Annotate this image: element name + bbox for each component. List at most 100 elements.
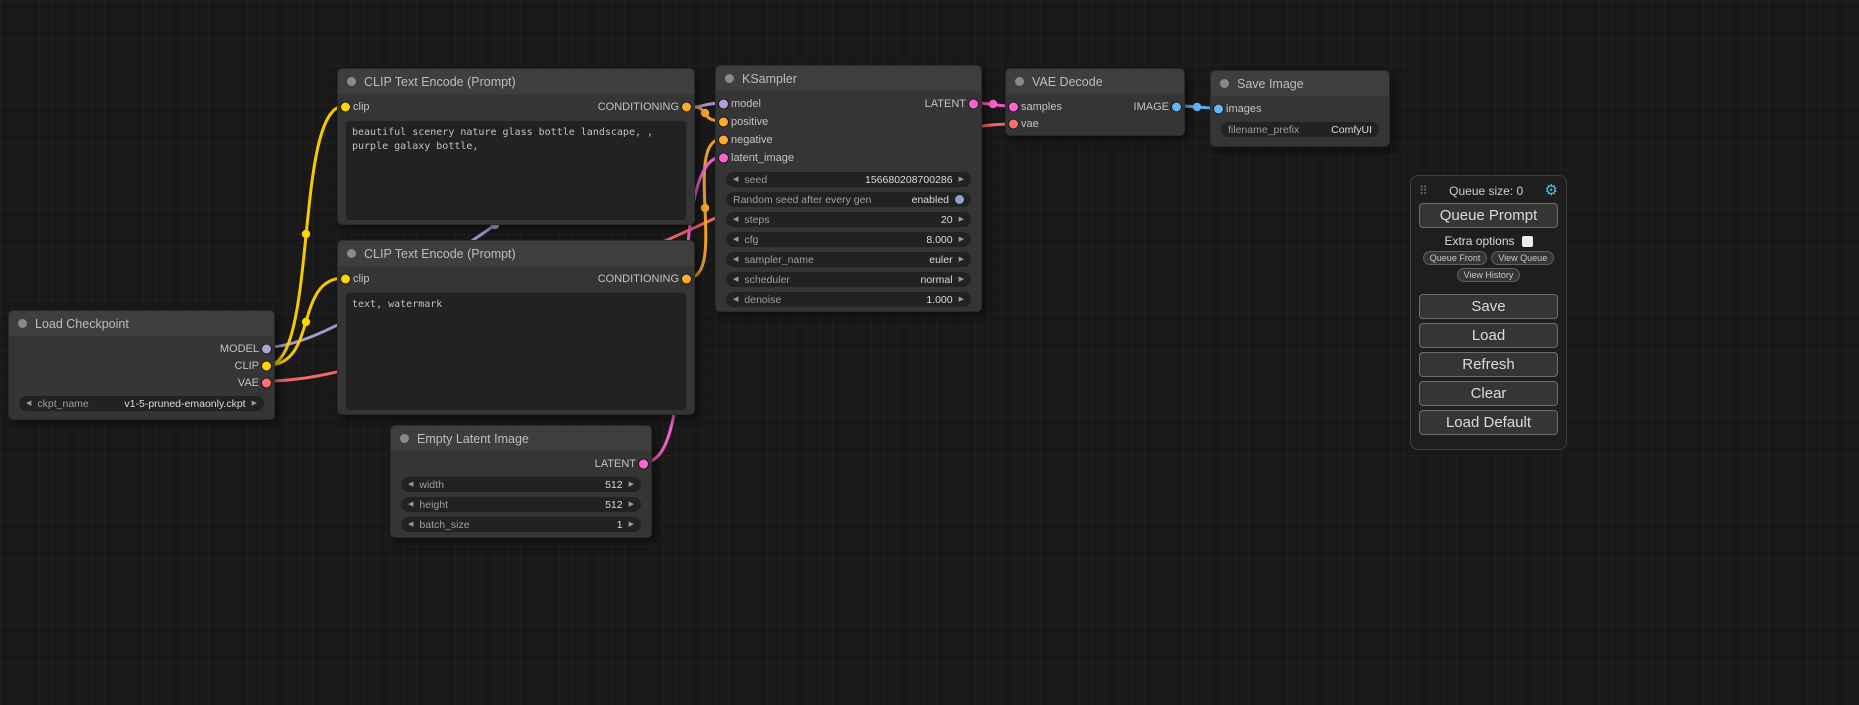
load-default-button[interactable]: Load Default <box>1419 410 1558 435</box>
comfyui-node-graph-canvas[interactable]: { "colors": { "model": "#B39DDB", "clip"… <box>0 0 1859 705</box>
negative-input-slot[interactable] <box>719 136 728 145</box>
latent-image-input-slot[interactable] <box>719 154 728 163</box>
scheduler-widget[interactable]: ◀ scheduler normal ▶ <box>726 272 971 287</box>
clear-button[interactable]: Clear <box>1419 381 1558 406</box>
refresh-button[interactable]: Refresh <box>1419 352 1558 377</box>
node-title: CLIP Text Encode (Prompt) <box>364 247 516 261</box>
node-load-checkpoint[interactable]: Load Checkpoint MODEL CLIP VAE ◀ ckpt_na… <box>8 310 275 420</box>
positive-prompt-textarea[interactable]: beautiful scenery nature glass bottle la… <box>346 121 686 220</box>
settings-gear-icon[interactable]: ⚙ <box>1545 183 1558 198</box>
samples-input-slot[interactable] <box>1009 102 1018 111</box>
arrow-left-icon[interactable]: ◀ <box>26 400 31 407</box>
collapse-dot[interactable] <box>1015 77 1024 86</box>
negative-prompt-textarea[interactable]: text, watermark <box>346 293 686 410</box>
collapse-dot[interactable] <box>400 434 409 443</box>
extra-options-checkbox[interactable] <box>1522 236 1533 247</box>
toggle-dot[interactable] <box>955 195 964 204</box>
arrow-right-icon[interactable]: ▶ <box>959 216 964 223</box>
drag-handle-icon[interactable]: ⠿ <box>1419 184 1428 198</box>
denoise-widget[interactable]: ◀ denoise 1.000 ▶ <box>726 292 971 307</box>
conditioning-output-slot[interactable] <box>682 103 691 112</box>
arrow-right-icon[interactable]: ▶ <box>629 481 634 488</box>
arrow-left-icon[interactable]: ◀ <box>733 276 738 283</box>
widget-label: width <box>419 479 444 491</box>
link-midpoint-dot <box>701 109 709 117</box>
positive-input-slot[interactable] <box>719 118 728 127</box>
node-save-image[interactable]: Save Image images filename_prefix ComfyU… <box>1210 70 1390 147</box>
view-queue-button[interactable]: View Queue <box>1491 251 1554 265</box>
widget-value: euler <box>820 254 953 266</box>
arrow-right-icon[interactable]: ▶ <box>629 521 634 528</box>
clip-output-slot[interactable] <box>262 361 271 370</box>
images-input-slot[interactable] <box>1214 104 1223 113</box>
arrow-right-icon[interactable]: ▶ <box>629 501 634 508</box>
collapse-dot[interactable] <box>18 319 27 328</box>
queue-front-button[interactable]: Queue Front <box>1423 251 1488 265</box>
widget-label: steps <box>744 214 769 226</box>
conditioning-output-label: CONDITIONING <box>598 101 679 113</box>
node-title-bar[interactable]: Save Image <box>1211 71 1389 96</box>
arrow-right-icon[interactable]: ▶ <box>959 176 964 183</box>
width-widget[interactable]: ◀ width 512 ▶ <box>401 477 641 492</box>
ckpt-name-widget[interactable]: ◀ ckpt_name v1-5-pruned-emaonly.ckpt ▶ <box>19 396 264 411</box>
link-midpoint-dot <box>1193 103 1201 111</box>
view-history-button[interactable]: View History <box>1457 268 1521 282</box>
collapse-dot[interactable] <box>347 249 356 258</box>
collapse-dot[interactable] <box>1220 79 1229 88</box>
queue-prompt-button[interactable]: Queue Prompt <box>1419 203 1558 228</box>
arrow-left-icon[interactable]: ◀ <box>408 481 413 488</box>
sampler-name-widget[interactable]: ◀ sampler_name euler ▶ <box>726 252 971 267</box>
link-midpoint-dot <box>701 204 709 212</box>
arrow-right-icon[interactable]: ▶ <box>959 236 964 243</box>
latent-output-slot[interactable] <box>639 459 648 468</box>
node-vae-decode[interactable]: VAE Decode samples IMAGE vae <box>1005 68 1185 136</box>
clip-input-slot[interactable] <box>341 275 350 284</box>
model-output-slot[interactable] <box>262 344 271 353</box>
widget-label: ckpt_name <box>37 398 88 410</box>
arrow-left-icon[interactable]: ◀ <box>408 501 413 508</box>
latent-output-slot[interactable] <box>969 100 978 109</box>
collapse-dot[interactable] <box>347 77 356 86</box>
batch-size-widget[interactable]: ◀ batch_size 1 ▶ <box>401 517 641 532</box>
arrow-left-icon[interactable]: ◀ <box>733 236 738 243</box>
collapse-dot[interactable] <box>725 74 734 83</box>
node-clip-text-encode-negative[interactable]: CLIP Text Encode (Prompt) clip CONDITION… <box>337 240 695 415</box>
height-widget[interactable]: ◀ height 512 ▶ <box>401 497 641 512</box>
arrow-right-icon[interactable]: ▶ <box>252 400 257 407</box>
vae-input-slot[interactable] <box>1009 119 1018 128</box>
steps-widget[interactable]: ◀ steps 20 ▶ <box>726 212 971 227</box>
arrow-right-icon[interactable]: ▶ <box>959 296 964 303</box>
arrow-left-icon[interactable]: ◀ <box>733 176 738 183</box>
arrow-left-icon[interactable]: ◀ <box>733 216 738 223</box>
arrow-left-icon[interactable]: ◀ <box>408 521 413 528</box>
node-title-bar[interactable]: Empty Latent Image <box>391 426 651 451</box>
clip-input-slot[interactable] <box>341 103 350 112</box>
save-button[interactable]: Save <box>1419 294 1558 319</box>
link-midpoint-dot <box>302 318 310 326</box>
widget-label: sampler_name <box>744 254 813 266</box>
widget-label: Random seed after every gen <box>733 194 871 206</box>
node-title-bar[interactable]: VAE Decode <box>1006 69 1184 94</box>
arrow-left-icon[interactable]: ◀ <box>733 296 738 303</box>
link-midpoint-dot <box>302 230 310 238</box>
vae-input-label: vae <box>1021 118 1039 130</box>
image-output-slot[interactable] <box>1172 102 1181 111</box>
load-button[interactable]: Load <box>1419 323 1558 348</box>
node-title-bar[interactable]: CLIP Text Encode (Prompt) <box>338 69 694 94</box>
conditioning-output-slot[interactable] <box>682 275 691 284</box>
cfg-widget[interactable]: ◀ cfg 8.000 ▶ <box>726 232 971 247</box>
arrow-left-icon[interactable]: ◀ <box>733 256 738 263</box>
filename-prefix-widget[interactable]: filename_prefix ComfyUI <box>1221 122 1379 137</box>
node-empty-latent-image[interactable]: Empty Latent Image LATENT ◀ width 512 ▶ … <box>390 425 652 538</box>
node-title-bar[interactable]: Load Checkpoint <box>9 311 274 336</box>
node-title-bar[interactable]: KSampler <box>716 66 981 91</box>
arrow-right-icon[interactable]: ▶ <box>959 256 964 263</box>
vae-output-slot[interactable] <box>262 378 271 387</box>
random-seed-toggle-widget[interactable]: Random seed after every gen enabled <box>726 192 971 207</box>
model-input-slot[interactable] <box>719 100 728 109</box>
node-ksampler[interactable]: KSampler model LATENT positive negative <box>715 65 982 312</box>
seed-widget[interactable]: ◀ seed 156680208700286 ▶ <box>726 172 971 187</box>
node-title-bar[interactable]: CLIP Text Encode (Prompt) <box>338 241 694 266</box>
arrow-right-icon[interactable]: ▶ <box>959 276 964 283</box>
node-clip-text-encode-positive[interactable]: CLIP Text Encode (Prompt) clip CONDITION… <box>337 68 695 225</box>
